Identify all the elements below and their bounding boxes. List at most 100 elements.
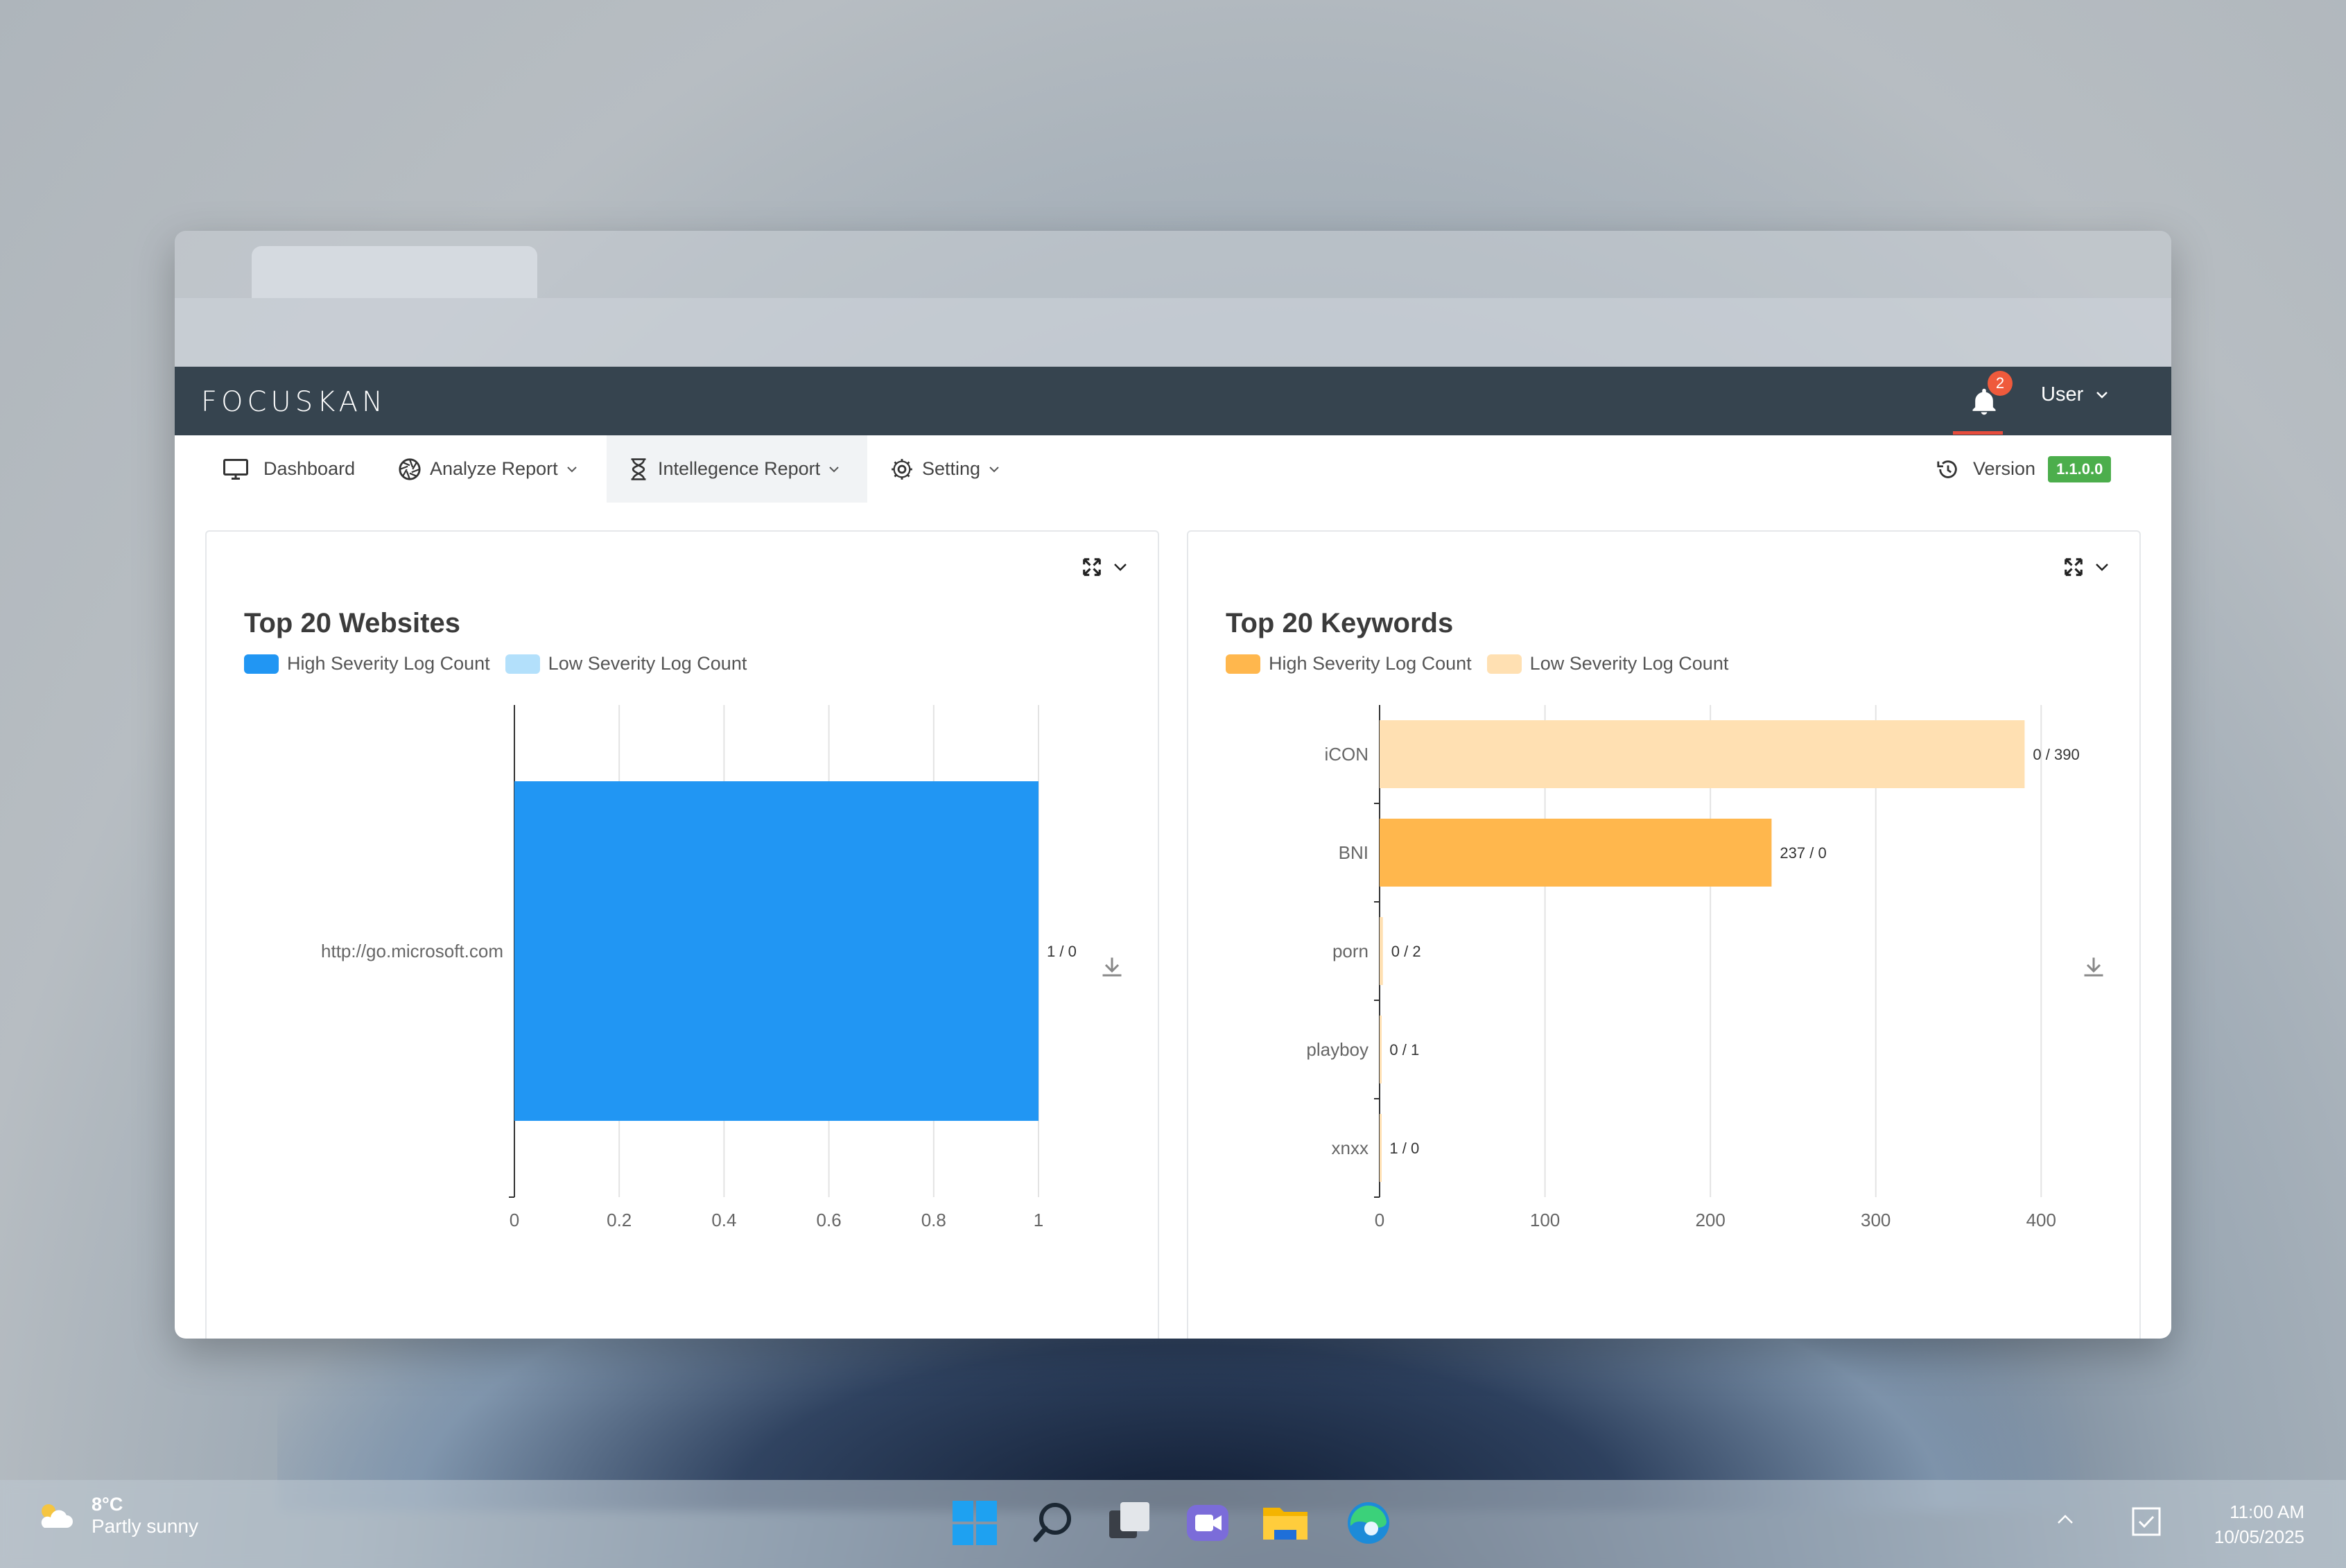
x-tick-label: 300 <box>1861 1210 1891 1230</box>
x-tick-label: 0.8 <box>921 1210 946 1230</box>
category-label: porn <box>1332 941 1368 961</box>
data-label: 0 / 390 <box>2033 746 2079 763</box>
legend-swatch <box>1226 654 1260 674</box>
bar <box>1380 917 1383 985</box>
bar-min-marker <box>1380 1016 1382 1083</box>
chevron-down-icon <box>829 466 839 472</box>
x-tick-label: 0.6 <box>817 1210 842 1230</box>
chevron-down-icon[interactable] <box>1113 563 1127 571</box>
gear-icon <box>892 458 912 480</box>
expand-icon[interactable] <box>1081 557 1102 577</box>
clock-time: 11:00 AM <box>2230 1501 2304 1522</box>
app-logo[interactable]: FOCUSKAN <box>201 386 387 418</box>
nav-intelligence-report-label: Intellegence Report <box>658 458 821 479</box>
weather-description: Partly sunny <box>92 1515 199 1537</box>
nav-intelligence-report[interactable]: Intellegence Report <box>607 435 867 503</box>
expand-icon[interactable] <box>2063 557 2084 577</box>
legend-label: High Severity Log Count <box>287 653 490 674</box>
hourglass-icon <box>631 458 646 480</box>
weather-temperature: 8°C <box>92 1494 123 1515</box>
data-label: 237 / 0 <box>1780 844 1826 862</box>
legend-swatch <box>1486 654 1522 674</box>
category-label: playboy <box>1306 1039 1368 1060</box>
clock-date: 10/05/2025 <box>2214 1526 2304 1547</box>
download-icon[interactable] <box>1100 955 1124 979</box>
data-label: 0 / 1 <box>1389 1041 1419 1059</box>
legend-item-low[interactable]: Low Severity Log Count <box>1486 653 1729 674</box>
browser-tab[interactable] <box>252 246 537 298</box>
search-icon[interactable] <box>1027 1498 1077 1548</box>
user-menu[interactable]: User <box>2041 383 2108 406</box>
chart-legend: High Severity Log Count Low Severity Log… <box>1226 653 1744 674</box>
nav-dashboard[interactable]: Dashboard <box>223 435 355 503</box>
taskbar-clock[interactable]: 11:00 AM 10/05/2025 <box>2214 1499 2304 1549</box>
x-tick-label: 0 <box>1375 1210 1384 1230</box>
browser-window: FOCUSKAN 2 User Dashboard Analyze Report… <box>175 231 2171 1339</box>
weather-widget[interactable]: 8°C Partly sunny <box>35 1494 198 1537</box>
panel-top-websites: Top 20 Websites High Severity Log Count … <box>205 530 1159 1339</box>
chevron-down-icon[interactable] <box>2095 563 2109 571</box>
keywords-bar-chart: 0 100 200 300 400 iCON 0 / 390 BNI 237 / 0 porn 0 … <box>1306 705 2080 1230</box>
legend-label: Low Severity Log Count <box>1529 653 1729 674</box>
edge-icon[interactable] <box>1344 1498 1393 1548</box>
x-tick-label: 0 <box>510 1210 519 1230</box>
legend-label: High Severity Log Count <box>1269 653 1472 674</box>
monitor-icon <box>223 458 248 480</box>
chevron-down-icon <box>2096 391 2108 399</box>
legend-item-high[interactable]: High Severity Log Count <box>1226 653 1472 674</box>
user-label: User <box>2041 383 2084 406</box>
nav-setting[interactable]: Setting <box>890 435 1000 503</box>
legend-item-low[interactable]: Low Severity Log Count <box>505 653 747 674</box>
category-label: BNI <box>1339 842 1368 863</box>
x-tick-label: 1 <box>1034 1210 1043 1230</box>
legend-item-high[interactable]: High Severity Log Count <box>244 653 490 674</box>
bar <box>1380 720 2025 788</box>
panel-tools <box>2063 557 2109 577</box>
nav-analyze-report[interactable]: Analyze Report <box>398 435 577 503</box>
nav-dashboard-label: Dashboard <box>263 458 356 479</box>
panel-tools <box>1081 557 1127 577</box>
partly-sunny-icon <box>41 1504 73 1528</box>
windows-start-icon[interactable] <box>950 1498 1000 1548</box>
notification-count-badge: 2 <box>1988 371 2013 396</box>
legend-swatch <box>505 654 540 674</box>
bar <box>514 781 1039 1121</box>
teams-icon[interactable] <box>1183 1498 1233 1548</box>
checkbox-tray-icon[interactable] <box>2131 1506 2162 1537</box>
task-view-icon[interactable] <box>1105 1498 1155 1548</box>
data-label: 0 / 2 <box>1391 943 1421 960</box>
category-label: http://go.microsoft.com <box>321 941 503 961</box>
x-tick-label: 0.4 <box>711 1210 736 1230</box>
legend-label: Low Severity Log Count <box>548 653 747 674</box>
nav-analyze-report-label: Analyze Report <box>430 458 558 479</box>
category-label: iCON <box>1324 744 1368 765</box>
app-header: FOCUSKAN 2 User <box>175 367 2171 435</box>
main-navbar: Dashboard Analyze Report Intellegence Re… <box>175 435 2171 504</box>
x-tick-label: 400 <box>2026 1210 2056 1230</box>
file-explorer-icon[interactable] <box>1260 1498 1310 1548</box>
panel-title: Top 20 Websites <box>244 608 460 638</box>
main-content: Top 20 Websites High Severity Log Count … <box>175 503 2171 1339</box>
bar <box>1380 819 1772 887</box>
chevron-down-icon <box>566 466 577 472</box>
version-badge: 1.1.0.0 <box>2048 455 2112 482</box>
data-label: 1 / 0 <box>1389 1140 1419 1157</box>
chevron-down-icon <box>989 466 999 472</box>
history-icon <box>1937 460 1957 478</box>
aperture-icon <box>399 458 421 480</box>
chevron-up-icon[interactable] <box>2055 1509 2076 1530</box>
category-label: xnxx <box>1332 1138 1368 1158</box>
notification-indicator <box>1953 431 2003 435</box>
bar-min-marker <box>1380 1114 1382 1182</box>
x-tick-label: 100 <box>1530 1210 1560 1230</box>
data-label: 1 / 0 <box>1047 943 1077 960</box>
websites-bar-chart: 0 0.2 0.4 0.6 0.8 1 http://go.microsoft.com 1 /… <box>321 705 1077 1230</box>
version-label: Version <box>1973 458 2036 479</box>
version-info: Version 1.1.0.0 <box>1936 435 2112 503</box>
nav-setting-label: Setting <box>922 458 981 479</box>
taskbar: 8°C Partly sunny 11:00 AM 10/05/2025 <box>0 1480 2346 1568</box>
download-icon[interactable] <box>2081 955 2106 979</box>
x-tick-label: 0.2 <box>607 1210 632 1230</box>
panel-top-keywords: Top 20 Keywords High Severity Log Count … <box>1187 530 2141 1339</box>
chart-legend: High Severity Log Count Low Severity Log… <box>244 653 762 674</box>
